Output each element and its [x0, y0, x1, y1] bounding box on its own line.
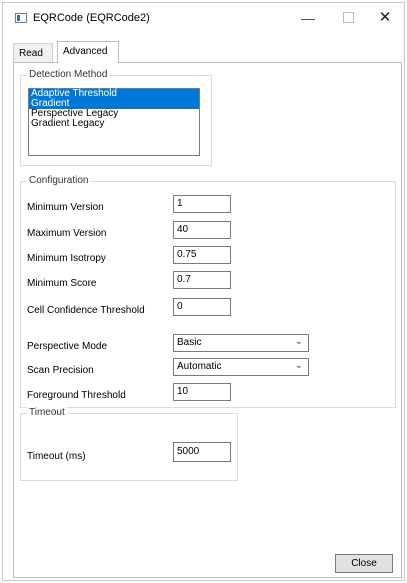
minimum-score-input[interactable]: 0.7	[173, 271, 231, 289]
app-window-icon	[15, 13, 27, 23]
detection-method-listbox[interactable]: Adaptive Threshold Gradient Perspective …	[28, 88, 200, 156]
timeout-ms-input[interactable]: 5000	[173, 442, 231, 462]
maximize-icon	[342, 11, 354, 23]
eqrcode-window: EQRCode (EQRCode2) — ✕ Read Advanced Det…	[2, 2, 405, 581]
configuration-group: Configuration Minimum Version 1 Maximum …	[20, 175, 396, 408]
list-item-gradient-legacy[interactable]: Gradient Legacy	[29, 119, 199, 129]
configuration-label: Configuration	[27, 175, 91, 187]
timeout-label: Timeout	[27, 407, 67, 419]
minimum-isotropy-label: Minimum Isotropy	[27, 253, 106, 264]
close-window-button[interactable]: ✕	[365, 3, 405, 33]
minimum-version-label: Minimum Version	[27, 202, 104, 213]
detection-method-label: Detection Method	[27, 69, 110, 81]
maximum-version-label: Maximum Version	[27, 228, 107, 239]
tab-advanced[interactable]: Advanced	[57, 41, 119, 63]
scan-precision-value: Automatic	[177, 361, 222, 372]
foreground-threshold-input[interactable]: 10	[173, 383, 231, 401]
maximize-button[interactable]	[328, 3, 368, 33]
scan-precision-select[interactable]: Automatic ⌄	[173, 358, 309, 376]
perspective-mode-value: Basic	[177, 337, 202, 348]
advanced-tab-panel: Detection Method Adaptive Threshold Grad…	[13, 62, 402, 578]
cell-confidence-threshold-input[interactable]: 0	[173, 298, 231, 316]
timeout-group: Timeout Timeout (ms) 5000	[20, 407, 238, 481]
perspective-mode-label: Perspective Mode	[27, 341, 108, 352]
foreground-threshold-label: Foreground Threshold	[27, 390, 126, 401]
tab-strip: Read Advanced	[13, 41, 402, 63]
minimum-isotropy-input[interactable]: 0.75	[173, 246, 231, 264]
close-button[interactable]: Close	[335, 554, 393, 573]
perspective-mode-select[interactable]: Basic ⌄	[173, 334, 309, 352]
title-bar: EQRCode (EQRCode2) — ✕	[3, 3, 404, 33]
scan-precision-label: Scan Precision	[27, 365, 94, 376]
maximum-version-input[interactable]: 40	[173, 221, 231, 239]
minimum-score-label: Minimum Score	[27, 278, 97, 289]
tab-read[interactable]: Read	[13, 43, 53, 62]
detection-method-group: Detection Method Adaptive Threshold Grad…	[20, 69, 212, 166]
timeout-ms-label: Timeout (ms)	[27, 451, 86, 462]
window-title: EQRCode (EQRCode2)	[33, 12, 150, 24]
chevron-down-icon: ⌄	[294, 360, 303, 371]
minimum-version-input[interactable]: 1	[173, 195, 231, 213]
minimize-button[interactable]: —	[288, 3, 328, 33]
cell-confidence-threshold-label: Cell Confidence Threshold	[27, 305, 145, 316]
chevron-down-icon: ⌄	[294, 336, 303, 347]
